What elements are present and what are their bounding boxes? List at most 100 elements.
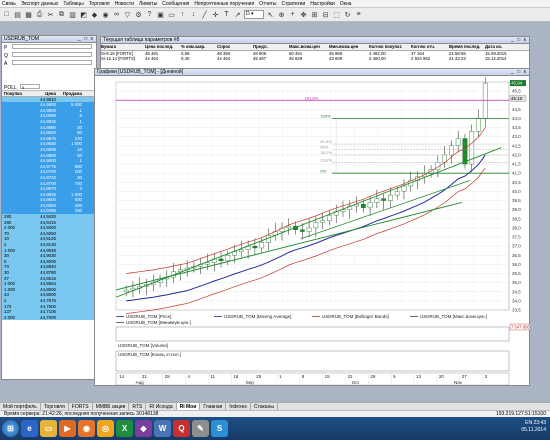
params-column-header[interactable]: Мин.возм.цен (329, 44, 369, 50)
legend-label[interactable]: USDRUB_TOM [Макс.возм.цен.] (420, 314, 487, 319)
media-icon[interactable]: ▶ (59, 420, 76, 437)
params-row[interactable]: Si-12.14 [FORTS] 44 464 0,40 44 464 45 467 46… (101, 56, 529, 62)
cut-icon[interactable]: ✂ (46, 10, 55, 19)
price-tick-label: 39,5 (512, 198, 521, 203)
interval-select[interactable]: D ▾ (244, 10, 264, 19)
quik-icon[interactable]: Q (173, 420, 190, 437)
order-book-title: USDRUB_TOM (4, 36, 39, 42)
menu-item[interactable]: Торговля (89, 1, 110, 7)
menu-item[interactable]: Связь (2, 1, 16, 7)
menu-item[interactable]: Экспорт данных (21, 1, 59, 7)
month-tick-label: Nov (454, 380, 463, 385)
zoom-icon[interactable]: ⊕ (277, 10, 286, 19)
fib-level-label: 100% (320, 114, 331, 119)
order-icon[interactable]: ◆ (90, 10, 99, 19)
alert-icon[interactable]: ◉ (101, 10, 110, 19)
firefox-icon[interactable]: ◉ (78, 420, 95, 437)
legend-label[interactable]: USDRUB_TOM [Price] (126, 314, 171, 319)
arrow-down-icon[interactable]: ↓ (189, 10, 198, 19)
price-input[interactable] (12, 44, 92, 49)
fullscreen-icon[interactable]: ⬚ (332, 10, 341, 19)
open-icon[interactable]: ▤ (13, 10, 22, 19)
language-indicator[interactable]: EN (525, 420, 532, 426)
chart-icon[interactable]: ◩ (79, 10, 88, 19)
order-entry-area: P Q A POLL 0 (2, 43, 96, 91)
new-icon[interactable]: □ (2, 10, 11, 19)
params-column-header[interactable]: Дата из. (485, 44, 525, 50)
menu-item[interactable]: Настройки (310, 1, 335, 7)
params-column-header[interactable]: Цена послед. (145, 44, 181, 50)
start-button-icon[interactable]: ⊞ (2, 420, 19, 437)
arrow-tool-icon[interactable]: ↗ (233, 10, 242, 19)
params-column-header[interactable]: Кол-во покупат. (369, 44, 411, 50)
link-icon[interactable]: ∞ (112, 10, 121, 19)
menu-item[interactable]: Сообщения (162, 1, 189, 7)
menu-item[interactable]: Таблицы (63, 1, 83, 7)
excel-icon[interactable]: X (116, 420, 133, 437)
line-tool-icon[interactable]: ╱ (200, 10, 209, 19)
zoom-in-icon[interactable]: ⊞ (310, 10, 319, 19)
volume-legend[interactable]: USDRUB_TOM [Volume] (118, 343, 168, 348)
legend-label[interactable]: USDRUB_TOM [Bollinger Bands] (322, 314, 389, 319)
list-icon[interactable]: ≡ (354, 10, 363, 19)
price-tick-label: 44,0 (512, 116, 521, 121)
word-icon[interactable]: W (154, 420, 171, 437)
poll-input[interactable]: 0 (20, 84, 40, 90)
menu-item[interactable]: Стратегии (281, 1, 305, 7)
filter-icon[interactable]: ▽ (123, 10, 132, 19)
window-buttons[interactable]: _ □ x (78, 36, 96, 42)
params-cell: 43 609 (329, 56, 343, 61)
news-icon[interactable]: ▣ (156, 10, 165, 19)
window-buttons[interactable]: _ □ x (511, 69, 529, 75)
params-column-header[interactable]: Предл. (253, 44, 289, 50)
bid-header: Покупка (4, 91, 22, 96)
params-column-header[interactable]: Бумага (101, 44, 145, 50)
legend-label[interactable]: USDRUB_TOM [Moving Average] (224, 314, 291, 319)
params-column-header[interactable]: Спрос (217, 44, 253, 50)
cross-icon[interactable]: + (288, 10, 297, 19)
crosshair-icon[interactable]: ✛ (211, 10, 220, 19)
date-tick-label: 11 (210, 374, 215, 379)
order-book-row[interactable]: 2 000 44,7000 (2, 314, 96, 321)
menu-item[interactable]: Непрочтенные поручения (194, 1, 254, 7)
paint-icon[interactable]: ✎ (192, 420, 209, 437)
params-cell: 15.12.2014 (485, 56, 507, 61)
menu-item[interactable]: Новости (115, 1, 134, 7)
cursor-icon[interactable]: ↖ (266, 10, 275, 19)
open-interest-legend[interactable]: USDRUB_TOM [Конец от.пол.] (118, 352, 181, 357)
window-buttons[interactable]: _ □ x (511, 37, 529, 43)
qty-input[interactable] (12, 52, 92, 57)
skype-icon[interactable]: S (211, 420, 228, 437)
text-tool-icon[interactable]: T (222, 10, 231, 19)
pan-icon[interactable]: ✥ (299, 10, 308, 19)
app-icon[interactable]: ◆ (135, 420, 152, 437)
print-icon[interactable]: ⎙ (35, 10, 44, 19)
params-rows: Si-9.15 [FORTS] 48 481 0,58 48 350 48 806 50 … (101, 51, 529, 62)
settings-icon[interactable]: ⚙ (134, 10, 143, 19)
params-column-header[interactable]: % изм.закр. (181, 44, 217, 50)
help-icon[interactable]: ? (145, 10, 154, 19)
menu-item[interactable]: Окна (340, 1, 352, 7)
explorer-icon[interactable]: ▭ (40, 420, 57, 437)
volume-pane[interactable] (115, 326, 510, 342)
legend-label[interactable]: USDRUB_TOM [Минимум цен.] (126, 320, 191, 325)
side-select[interactable] (12, 60, 92, 65)
menu-item[interactable]: Лимиты (139, 1, 157, 7)
save-icon[interactable]: ▦ (24, 10, 33, 19)
ie-icon[interactable]: e (21, 420, 38, 437)
params-column-header[interactable]: Макс.возм.цен (289, 44, 329, 50)
menu-item[interactable]: Отчеты (259, 1, 276, 7)
date-axis[interactable] (115, 372, 510, 386)
arrow-up-icon[interactable]: ↑ (178, 10, 187, 19)
copy-icon[interactable]: ⧉ (57, 10, 66, 19)
chart-canvas[interactable]: 46,045,545,044,544,043,543,042,542,041,5… (94, 76, 530, 386)
chrome-icon[interactable]: ◎ (97, 420, 114, 437)
refresh-icon[interactable]: ↻ (343, 10, 352, 19)
zoom-out-icon[interactable]: ⊟ (321, 10, 330, 19)
window-icon[interactable]: ▭ (167, 10, 176, 19)
price-tick-label: 37,5 (512, 235, 521, 240)
price-tick-label: 38,0 (512, 225, 521, 230)
params-column-header[interactable]: Кол-во отч. (411, 44, 449, 50)
params-column-header[interactable]: Время послед. (449, 44, 485, 50)
table-icon[interactable]: ▥ (68, 10, 77, 19)
